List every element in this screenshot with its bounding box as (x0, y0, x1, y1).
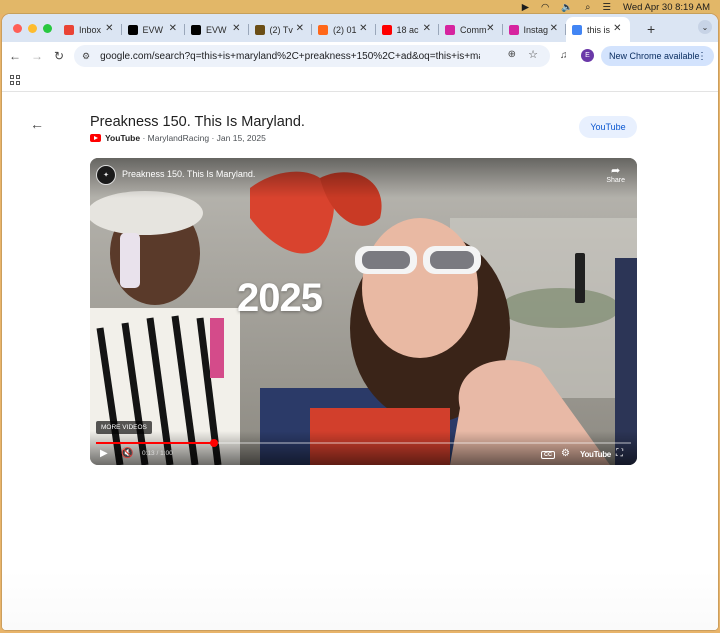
back-arrow-icon[interactable]: ← (30, 116, 44, 132)
youtube-watch-button[interactable]: YouTube (580, 450, 611, 459)
close-tab-icon[interactable]: ✕ (232, 23, 240, 34)
x-icon (191, 24, 201, 35)
share-icon: ➦ (611, 165, 621, 177)
tab-1[interactable]: EVW ✕ (122, 17, 185, 42)
zoom-window-button[interactable] (43, 24, 52, 33)
tab-title: EVW (142, 24, 164, 35)
tab-title: Inbox (79, 24, 102, 35)
captions-button[interactable]: CC (541, 451, 555, 459)
bookmark-star-icon[interactable]: ☆ (528, 48, 538, 61)
tab-title: EVW (206, 24, 227, 35)
instagram-icon (508, 24, 519, 35)
close-tab-icon[interactable]: ✕ (550, 23, 558, 34)
tab-0[interactable]: Inbox ✕ (58, 17, 122, 42)
video-frame-image (90, 158, 637, 465)
channel-avatar[interactable]: ✦ (96, 165, 116, 185)
close-tab-icon[interactable]: ✕ (105, 23, 113, 34)
google-icon (572, 24, 582, 35)
substack-icon (318, 24, 328, 35)
settings-gear-icon[interactable]: ⚙ (561, 448, 570, 459)
close-tab-icon[interactable]: ✕ (423, 23, 431, 34)
play-status-icon[interactable]: ▶ (522, 2, 529, 13)
tab-3[interactable]: (2) Tv ✕ (249, 17, 312, 42)
tab-title: this is (587, 24, 611, 35)
tv-icon (254, 24, 265, 35)
tab-strip: Inbox ✕ EVW ✕ EVW ✕ (2) Tv ✕ (2) 01 ✕ 18 ac ✕ Comm ✕ I… (2, 14, 718, 42)
back-arrow-icon[interactable]: ← (4, 45, 26, 67)
forward-arrow-icon[interactable]: → (26, 45, 48, 67)
url-text[interactable]: google.com/search?q=this+is+maryland%2C+… (100, 51, 480, 62)
zoom-icon[interactable]: ⊕ (508, 49, 516, 60)
address-bar[interactable]: ⚙ google.com/search?q=this+is+maryland%2… (74, 45, 550, 67)
tab-title: Instag (523, 24, 549, 35)
volume-icon[interactable]: 🔈 (561, 2, 573, 13)
result-date: Jan 15, 2025 (216, 133, 266, 143)
window-controls (13, 24, 52, 33)
close-tab-icon[interactable]: ✕ (613, 23, 621, 34)
close-tab-icon[interactable]: ✕ (169, 23, 177, 34)
progress-bar[interactable] (96, 439, 631, 447)
mute-icon[interactable]: 🔇 (121, 448, 133, 459)
macos-menubar: ▶ ◠ 🔈 ⌕ ☰ Wed Apr 30 8:19 AM (0, 0, 720, 14)
tab-title: Comm (460, 24, 487, 35)
tab-title: 18 ac (396, 24, 419, 35)
fullscreen-icon[interactable]: ⛶ (616, 448, 623, 459)
apps-grid-icon[interactable] (10, 75, 20, 85)
close-window-button[interactable] (13, 24, 22, 33)
tab-8[interactable]: this is ✕ (566, 17, 630, 42)
reload-icon[interactable]: ↻ (48, 45, 70, 67)
minimize-window-button[interactable] (28, 24, 37, 33)
video-time: 0:13 / 1:00 (142, 450, 173, 457)
open-youtube-button[interactable]: YouTube (579, 116, 637, 138)
new-tab-button[interactable]: + (647, 21, 655, 37)
youtube-icon (381, 24, 392, 35)
menubar-datetime[interactable]: Wed Apr 30 8:19 AM (623, 2, 710, 13)
tab-search-button[interactable]: ⌄ (698, 20, 712, 34)
result-title[interactable]: Preakness 150. This Is Maryland. (90, 114, 305, 130)
close-tab-icon[interactable]: ✕ (296, 23, 304, 34)
tab-6[interactable]: Comm ✕ (439, 17, 503, 42)
tab-7[interactable]: Instag ✕ (503, 17, 566, 42)
bookmarks-bar (2, 70, 718, 92)
search-result-panel: ← Preakness 150. This Is Maryland. YouTu… (2, 92, 718, 630)
close-tab-icon[interactable]: ✕ (359, 23, 367, 34)
video-player[interactable]: ✦ Preakness 150. This Is Maryland. ➦ Sha… (90, 158, 637, 465)
gmail-icon (64, 24, 74, 35)
tabs-list: Inbox ✕ EVW ✕ EVW ✕ (2) Tv ✕ (2) 01 ✕ 18 ac ✕ Comm ✕ I… (58, 17, 630, 42)
share-button[interactable]: ➦ Share (606, 164, 625, 184)
share-label: Share (606, 177, 625, 184)
tab-title: (2) 01 (333, 24, 357, 35)
close-tab-icon[interactable]: ✕ (486, 23, 494, 34)
progress-fill (96, 442, 214, 444)
result-meta: YouTube · MarylandRacing · Jan 15, 2025 (90, 133, 266, 143)
control-center-icon[interactable]: ☰ (603, 2, 612, 13)
tab-2[interactable]: EVW ✕ (185, 17, 249, 42)
more-menu-icon[interactable]: ⋮ (697, 51, 707, 62)
youtube-logo-icon (90, 134, 101, 142)
tab-4[interactable]: (2) 01 ✕ (312, 17, 376, 42)
search-icon[interactable]: ⌕ (585, 2, 590, 13)
video-overlay-text: 2025 (237, 276, 323, 320)
browser-window: Inbox ✕ EVW ✕ EVW ✕ (2) Tv ✕ (2) 01 ✕ 18 ac ✕ Comm ✕ I… (2, 14, 718, 630)
tab-5[interactable]: 18 ac ✕ (376, 17, 439, 42)
instagram-icon (445, 24, 455, 35)
x-icon (127, 24, 138, 35)
result-source: YouTube (105, 133, 141, 143)
profile-avatar[interactable]: E (581, 49, 594, 62)
new-chrome-available-button[interactable]: New Chrome available ⋮ (601, 46, 714, 66)
wifi-icon[interactable]: ◠ (541, 2, 549, 13)
media-controls-icon[interactable]: ♫ (560, 50, 568, 61)
progress-scrubber[interactable] (209, 439, 218, 447)
browser-toolbar: ← → ↻ ⚙ google.com/search?q=this+is+mary… (2, 42, 718, 70)
tab-title: (2) Tv (269, 24, 293, 35)
update-label: New Chrome available (609, 51, 700, 61)
result-channel: MarylandRacing (147, 133, 210, 143)
play-icon[interactable]: ▶ (100, 448, 108, 459)
site-info-icon[interactable]: ⚙ (82, 51, 90, 62)
video-title[interactable]: Preakness 150. This Is Maryland. (122, 169, 255, 179)
